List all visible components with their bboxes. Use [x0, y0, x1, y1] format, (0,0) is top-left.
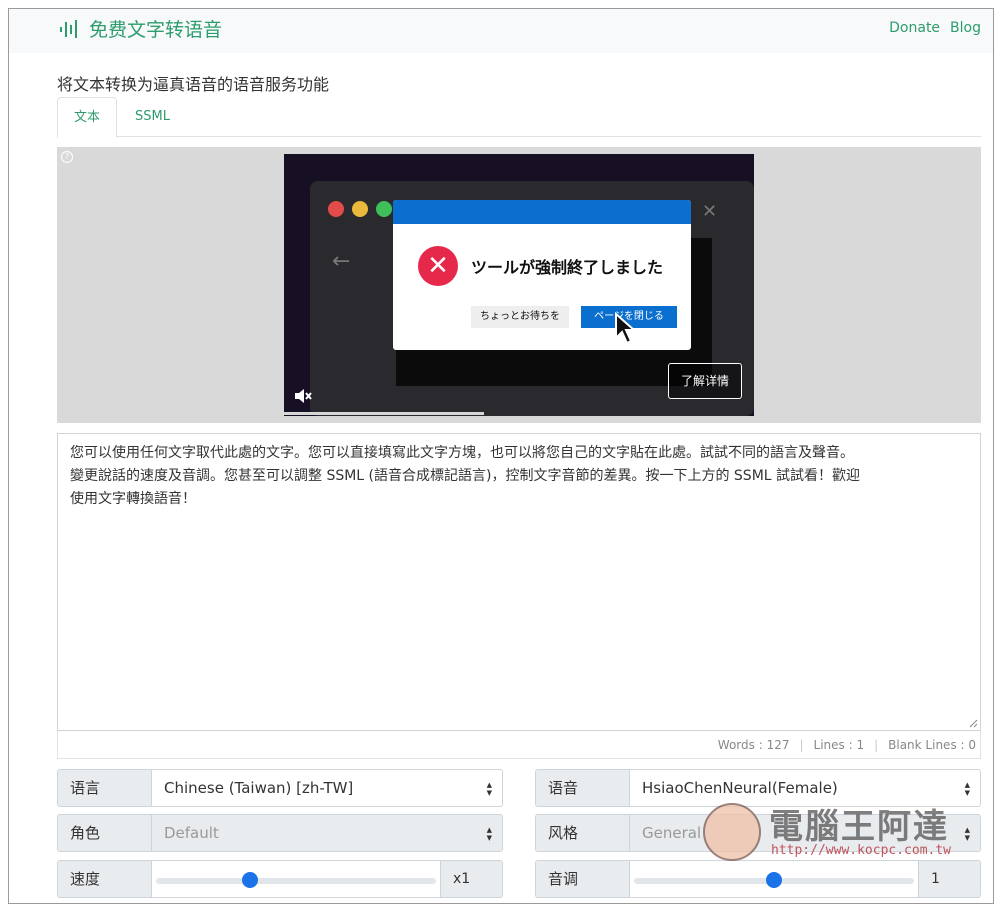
ad-dialog-header: [393, 200, 691, 224]
audio-wave-icon: [60, 19, 77, 38]
window-maximize-dot-icon: [376, 201, 392, 217]
speed-label: 速度: [58, 861, 152, 897]
word-count: Words : 127: [717, 738, 790, 752]
language-select-group: 语言 Chinese (Taiwan) [zh-TW] ▲ ▼: [57, 769, 503, 807]
separator: |: [874, 738, 879, 752]
tab-bar: 文本 SSML: [57, 97, 981, 138]
pitch-range-group: 音调 1: [535, 860, 981, 898]
speed-range-group: 速度 x1: [57, 860, 503, 898]
role-select[interactable]: Default ▲ ▼: [152, 815, 502, 851]
speed-slider-thumb[interactable]: [241, 872, 258, 888]
text-input-area[interactable]: 您可以使用任何文字取代此處的文字。您可以直接填寫此文字方塊，也可以將您自己的文字…: [57, 433, 981, 731]
select-arrows-icon: ▲ ▼: [964, 781, 970, 797]
language-value: Chinese (Taiwan) [zh-TW]: [164, 779, 354, 797]
back-arrow-icon: ←: [332, 249, 351, 274]
separator: |: [799, 738, 804, 752]
ad-wait-button[interactable]: ちょっとお待ちを: [471, 306, 569, 328]
speed-slider[interactable]: [152, 861, 440, 897]
pitch-value: 1: [918, 861, 980, 897]
window-minimize-dot-icon: [352, 201, 368, 217]
tab-ssml[interactable]: SSML: [119, 97, 186, 137]
role-value: Default: [164, 824, 219, 842]
mouse-pointer-icon: [615, 312, 637, 345]
window-close-dot-icon: [328, 201, 344, 217]
ad-help-icon[interactable]: ?: [61, 151, 73, 163]
style-value: General: [642, 824, 702, 842]
page-subtitle: 将文本转换为逼真语音的语音服务功能: [57, 75, 330, 94]
donate-link[interactable]: Donate: [889, 20, 940, 36]
text-line: 使用文字轉換語音！: [70, 491, 196, 507]
brand-title: 免费文字转语音: [89, 19, 223, 41]
role-select-group: 角色 Default ▲ ▼: [57, 814, 503, 852]
voice-label: 语音: [536, 770, 630, 806]
text-line: 您可以使用任何文字取代此處的文字。您可以直接填寫此文字方塊，也可以將您自己的文字…: [70, 445, 854, 461]
speed-slider-track: [156, 878, 436, 884]
language-select[interactable]: Chinese (Taiwan) [zh-TW] ▲ ▼: [152, 770, 502, 806]
speed-value: x1: [440, 861, 502, 897]
resize-handle-icon[interactable]: [968, 718, 978, 728]
line-count: Lines : 1: [813, 738, 865, 752]
style-select-group: 风格 General ▲ ▼: [535, 814, 981, 852]
select-arrows-icon: ▲ ▼: [964, 826, 970, 842]
ad-dialog-message: ツールが強制終了しました: [471, 258, 664, 277]
blank-line-count: Blank Lines : 0: [888, 738, 976, 752]
tab-text[interactable]: 文本: [57, 97, 118, 138]
voice-select[interactable]: HsiaoChenNeural(Female) ▲ ▼: [630, 770, 980, 806]
style-label: 风格: [536, 815, 630, 851]
page-frame: 免费文字转语音 Donate Blog 将文本转换为逼真语音的语音服务功能 文本…: [8, 8, 994, 904]
pitch-label: 音调: [536, 861, 630, 897]
style-select[interactable]: General ▲ ▼: [630, 815, 980, 851]
text-stats: Words : 127 | Lines : 1 | Blank Lines : 0: [57, 731, 981, 759]
muted-speaker-icon[interactable]: [294, 388, 312, 404]
ad-banner[interactable]: ? ← ✕ ✕ ツールが強制終了しました ちょっとお待ちを ページを閉じる 了解…: [57, 147, 981, 423]
brand[interactable]: 免费文字转语音: [59, 15, 222, 42]
tab-close-icon: ✕: [702, 201, 718, 222]
video-progress-bar: [284, 412, 484, 415]
pitch-slider-thumb[interactable]: [766, 872, 782, 888]
blog-link[interactable]: Blog: [950, 20, 981, 36]
nav-links: Donate Blog: [889, 20, 981, 36]
error-x-icon: ✕: [418, 246, 458, 286]
select-arrows-icon: ▲ ▼: [486, 781, 492, 797]
ad-dialog: ✕ ツールが強制終了しました ちょっとお待ちを ページを閉じる: [393, 200, 691, 350]
navbar: 免费文字转语音 Donate Blog: [9, 9, 993, 53]
select-arrows-icon: ▲ ▼: [486, 826, 492, 842]
role-label: 角色: [58, 815, 152, 851]
voice-select-group: 语音 HsiaoChenNeural(Female) ▲ ▼: [535, 769, 981, 807]
text-line: 變更說話的速度及音調。您甚至可以調整 SSML (語音合成標記語言)，控制文字音…: [70, 468, 861, 484]
pitch-slider[interactable]: [630, 861, 918, 897]
learn-more-button[interactable]: 了解详情: [668, 363, 742, 399]
language-label: 语言: [58, 770, 152, 806]
voice-value: HsiaoChenNeural(Female): [642, 779, 838, 797]
ad-video[interactable]: ← ✕ ✕ ツールが強制終了しました ちょっとお待ちを ページを閉じる 了解详情: [284, 154, 754, 416]
